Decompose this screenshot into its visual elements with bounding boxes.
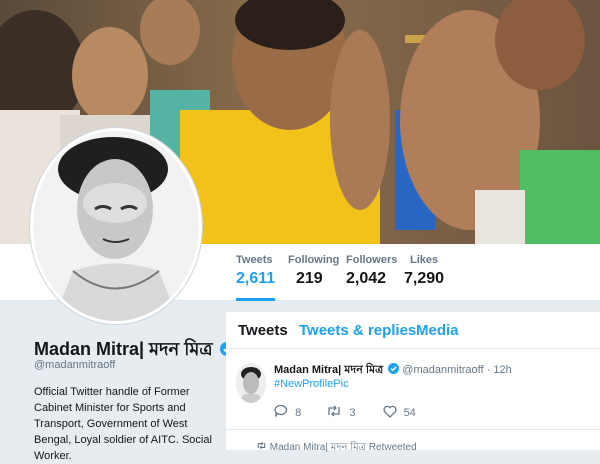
- timeline-tabs: Tweets Tweets & replies Media: [226, 312, 600, 349]
- tweet-timestamp[interactable]: 12h: [493, 364, 511, 376]
- stat-value: 219: [296, 270, 323, 287]
- stat-label: Likes: [410, 254, 439, 266]
- stat-followers[interactable]: Followers 2,042: [346, 254, 397, 288]
- tweet-avatar[interactable]: [236, 363, 266, 403]
- stat-value: 2,042: [346, 270, 387, 287]
- stat-label: Tweets: [236, 254, 273, 266]
- retweeted-text[interactable]: Madan Mitra| মদন মিত্র Retweeted: [270, 442, 417, 453]
- verified-badge-icon: [388, 363, 400, 377]
- stat-label: Followers: [346, 254, 398, 266]
- reply-icon[interactable]: [274, 404, 288, 421]
- retweet-icon: [256, 441, 270, 453]
- profile-bio: Official Twitter handle of Former Cabine…: [34, 386, 212, 462]
- stat-following[interactable]: Following 219: [288, 254, 339, 288]
- timeline: Tweets Tweets & replies Media Madan Mitr…: [226, 312, 600, 453]
- retweet-count: 3: [349, 406, 356, 419]
- tweet-actions: 8 3 54: [274, 404, 416, 421]
- profile-name-text: Madan Mitra| মদন মিত্র: [34, 339, 213, 359]
- heart-icon[interactable]: [382, 405, 397, 421]
- stat-label: Following: [288, 254, 340, 266]
- tweet-item[interactable]: Madan Mitra| মদন মিত্র @madanmitraoff · …: [226, 349, 600, 430]
- tweet-separator: ·: [486, 364, 491, 376]
- profile-avatar[interactable]: [30, 128, 202, 324]
- retweet-icon[interactable]: [326, 404, 342, 421]
- tab-tweets-and-replies[interactable]: Tweets & replies: [299, 322, 416, 339]
- tweet-author-handle[interactable]: @madanmitraoff: [402, 364, 483, 376]
- reply-count: 8: [295, 406, 302, 419]
- stat-tweets[interactable]: Tweets 2,611: [236, 254, 276, 301]
- stat-value: 2,611: [236, 270, 276, 287]
- retweeted-indicator: Madan Mitra| মদন মিত্র Retweeted: [256, 440, 417, 457]
- tweet-author-name[interactable]: Madan Mitra| মদন মিত্র: [274, 364, 383, 376]
- like-count: 54: [403, 406, 416, 419]
- stat-likes[interactable]: Likes 7,290: [404, 254, 444, 288]
- profile-handle[interactable]: @madanmitraoff: [34, 359, 115, 371]
- tab-media[interactable]: Media: [416, 322, 459, 339]
- stat-value: 7,290: [404, 270, 445, 287]
- tweet-hashtag-link[interactable]: #NewProfilePic: [274, 378, 349, 390]
- tab-tweets[interactable]: Tweets: [238, 322, 288, 339]
